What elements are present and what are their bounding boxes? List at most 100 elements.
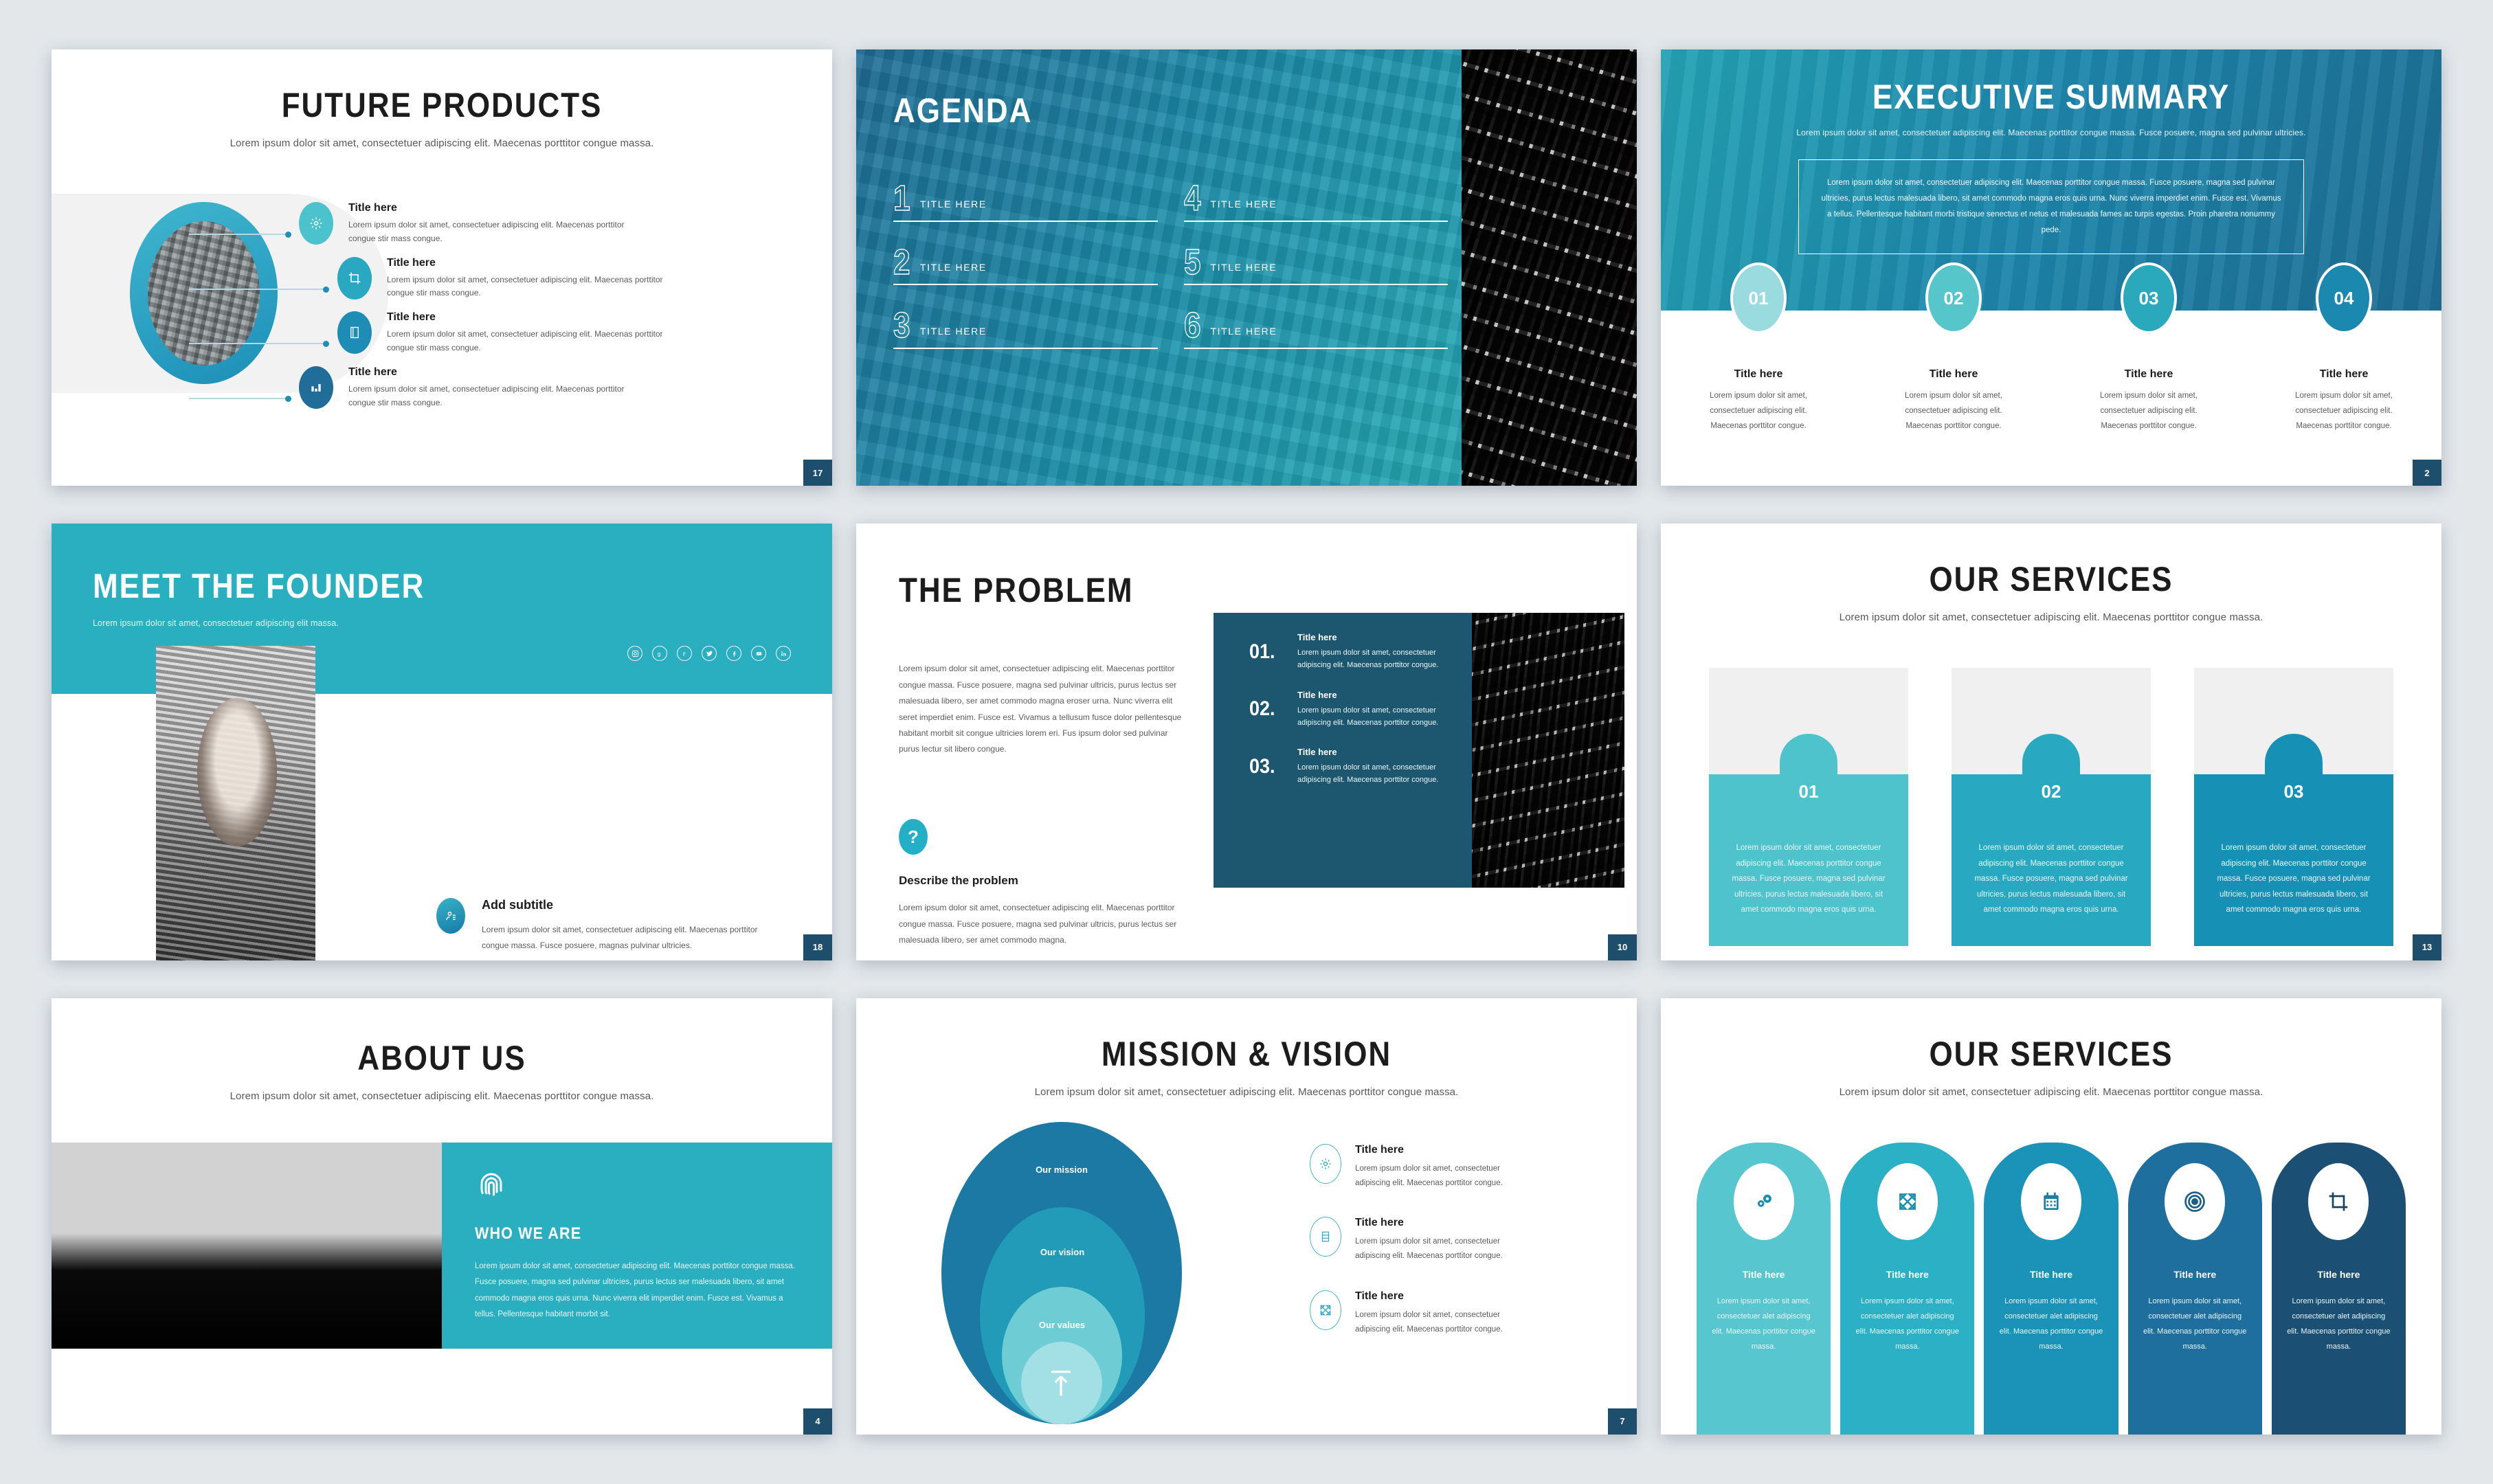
subtitle-row: Add subtitle Lorem ipsum dolor sit amet,… [436,898,777,952]
agenda-item-2[interactable]: 2 TITLE HERE [893,244,1158,286]
svg-text:P: P [682,651,685,657]
step-title: Title here [2319,368,2369,380]
nested-ovals-diagram: Our mission Our vision Our values [925,1121,1200,1431]
list-item-text: Title here Lorem ipsum dolor sit amet, c… [387,257,675,301]
list-item[interactable]: 01. Title here Lorem ipsum dolor sit ame… [1249,632,1462,671]
slide-header: MISSION & VISION Lorem ipsum dolor sit a… [856,998,1637,1098]
linkedin-icon[interactable] [776,646,791,662]
page-subtitle: Lorem ipsum dolor sit amet, consectetuer… [1796,128,2306,137]
service-card-02[interactable]: 02 Lorem ipsum dolor sit amet, consectet… [1952,668,2151,947]
summary-steps: 01 Title here Lorem ipsum dolor sit amet… [1661,262,2441,434]
list-item-title: Title here [348,366,397,378]
list-item-text: Title here Lorem ipsum dolor sit amet, c… [387,311,675,355]
slide-our-services-columns[interactable]: OUR SERVICES Lorem ipsum dolor sit amet,… [1661,998,2441,1435]
step-number-badge: 01 [1730,262,1787,334]
slide-header: THE PROBLEM [899,570,1165,610]
page-number-badge: 13 [2413,934,2441,960]
gear-icon [299,202,333,245]
slide-the-problem[interactable]: THE PROBLEM Lorem ipsum dolor sit amet, … [856,524,1637,960]
list-item-text: Title here Lorem ipsum dolor sit amet, c… [348,366,637,410]
item-body: Lorem ipsum dolor sit amet, consectetuer… [1297,763,1439,785]
youtube-icon[interactable] [751,646,766,662]
list-item[interactable]: Title here Lorem ipsum dolor sit amet, c… [189,256,794,301]
list-item[interactable]: Title here Lorem ipsum dolor sit amet, c… [189,366,794,410]
instagram-icon[interactable] [627,646,642,662]
service-column-1[interactable]: Title here Lorem ipsum dolor sit amet, c… [1697,1142,1831,1435]
agenda-item-1[interactable]: 1 TITLE HERE [893,181,1158,222]
agenda-number: 4 [1183,179,1201,218]
summary-step-04[interactable]: 04 Title here Lorem ipsum dolor sit amet… [2246,262,2441,434]
page-title: FUTURE PRODUCTS [281,86,603,124]
item-number: 01. [1249,640,1275,663]
column-title: Title here [1886,1268,1929,1280]
card-body: Lorem ipsum dolor sit amet, consectetuer… [1974,844,2128,914]
summary-step-01[interactable]: 01 Title here Lorem ipsum dolor sit amet… [1661,262,1856,434]
slide-meet-the-founder[interactable]: MEET THE FOUNDER Lorem ipsum dolor sit a… [52,524,832,960]
agenda-item-4[interactable]: 4 TITLE HERE [1183,179,1448,222]
summary-step-03[interactable]: 03 Title here Lorem ipsum dolor sit amet… [2051,262,2246,434]
feature-list: Title here Lorem ipsum dolor sit amet, c… [189,202,794,420]
service-card-01[interactable]: 01 Lorem ipsum dolor sit amet, consectet… [1709,668,1908,947]
item-title: Title here [1297,746,1337,757]
list-item-body: Lorem ipsum dolor sit amet, consectetuer… [348,383,625,407]
page-title: ABOUT US [357,1038,526,1077]
list-item[interactable]: Title here Lorem ipsum dolor sit amet, c… [1310,1217,1596,1264]
agenda-item-3[interactable]: 3 TITLE HERE [893,306,1158,349]
list-item[interactable]: Title here Lorem ipsum dolor sit amet, c… [1310,1143,1596,1191]
item-body: Lorem ipsum dolor sit amet, consectetuer… [1297,649,1439,670]
target-icon [2165,1162,2226,1240]
summary-step-02[interactable]: 02 Title here Lorem ipsum dolor sit amet… [1856,262,2051,434]
item-body: Lorem ipsum dolor sit amet, consectetuer… [1297,706,1439,727]
agenda-item-6[interactable]: 6 TITLE HERE [1183,306,1448,349]
column-body: Lorem ipsum dolor sit amet, consectetuer… [2143,1296,2247,1351]
agenda-grid: 1 TITLE HERE 4 TITLE HERE 2 TITLE HERE 5… [893,179,1448,349]
page-subtitle: Lorem ipsum dolor sit amet, consectetuer… [230,1090,654,1102]
agenda-number: 5 [1183,242,1201,282]
column-title: Title here [2030,1268,2072,1280]
agenda-label: TITLE HERE [919,325,987,337]
page-number-badge: 2 [2413,460,2441,486]
product-photo-ring [130,202,278,384]
agenda-number: 6 [1183,306,1201,346]
list-item[interactable]: Title here Lorem ipsum dolor sit amet, c… [189,202,794,246]
service-column-5[interactable]: Title here Lorem ipsum dolor sit amet, c… [2271,1142,2406,1435]
service-column-2[interactable]: Title here Lorem ipsum dolor sit amet, c… [1840,1142,1975,1435]
slide-executive-summary[interactable]: EXECUTIVE SUMMARY Lorem ipsum dolor sit … [1661,49,2441,486]
agenda-number: 3 [893,306,910,346]
slide-header: EXECUTIVE SUMMARY Lorem ipsum dolor sit … [1661,77,2441,137]
page-subtitle: Lorem ipsum dolor sit amet, consectetuer… [1839,611,2263,624]
item-body: Lorem ipsum dolor sit amet, consectetuer… [1355,1310,1503,1334]
slide-mission-vision[interactable]: MISSION & VISION Lorem ipsum dolor sit a… [856,998,1637,1435]
slide-future-products[interactable]: FUTURE PRODUCTS Lorem ipsum dolor sit am… [52,49,832,486]
svg-text:g: g [657,651,660,657]
agenda-item-5[interactable]: 5 TITLE HERE [1183,242,1448,286]
step-number-badge: 02 [1925,262,1982,334]
list-item[interactable]: Title here Lorem ipsum dolor sit amet, c… [1310,1290,1596,1338]
service-card-03[interactable]: 03 Lorem ipsum dolor sit amet, consectet… [2194,668,2393,947]
list-item[interactable]: Title here Lorem ipsum dolor sit amet, c… [189,311,794,355]
server-icon [1310,1217,1341,1257]
list-item-body: Lorem ipsum dolor sit amet, consectetuer… [387,274,663,298]
city-window-photo [52,1142,442,1349]
subtitle-heading: Add subtitle [482,898,553,912]
pinterest-icon[interactable]: P [677,646,692,662]
list-item[interactable]: 02. Title here Lorem ipsum dolor sit ame… [1249,690,1462,729]
service-column-3[interactable]: Title here Lorem ipsum dolor sit amet, c… [1984,1142,2119,1435]
google-plus-icon[interactable]: g [652,646,667,662]
step-title: Title here [1734,368,1783,380]
founder-photo [156,646,315,960]
twitter-icon[interactable] [702,646,717,662]
gear-icon [1310,1143,1341,1184]
page-subtitle: Lorem ipsum dolor sit amet, consectetuer… [1839,1086,2263,1098]
slide-about-us[interactable]: ABOUT US Lorem ipsum dolor sit amet, con… [52,998,832,1435]
page-title: AGENDA [893,91,1033,130]
slide-our-services-cards[interactable]: OUR SERVICES Lorem ipsum dolor sit amet,… [1661,524,2441,960]
step-body: Lorem ipsum dolor sit amet, consectetuer… [2100,392,2198,430]
list-item[interactable]: 03. Title here Lorem ipsum dolor sit ame… [1249,747,1462,786]
facebook-icon[interactable] [726,646,741,662]
service-column-4[interactable]: Title here Lorem ipsum dolor sit amet, c… [2127,1142,2262,1435]
slide-agenda[interactable]: AGENDA 1 TITLE HERE 4 TITLE HERE 2 TITLE… [856,49,1637,486]
panel-body: Lorem ipsum dolor sit amet, consectetuer… [475,1261,795,1319]
crop-icon [2308,1162,2369,1240]
page-subtitle: Lorem ipsum dolor sit amet, consectetuer… [230,137,654,149]
